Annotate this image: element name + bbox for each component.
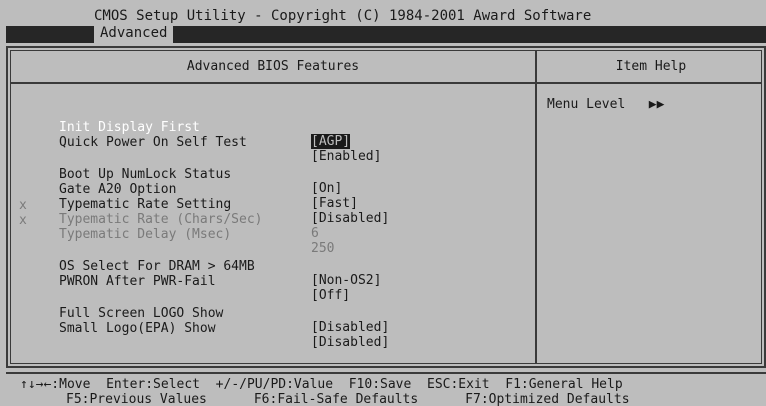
menu-bar: Advanced bbox=[6, 24, 766, 43]
setting-label: PWRON After PWR-Fail bbox=[59, 274, 216, 289]
setting-value[interactable]: [Enabled] bbox=[311, 150, 381, 164]
setting-label: Typematic Rate (Chars/Sec) bbox=[59, 212, 263, 227]
footer-keys-line-1: ↑↓→←:Move Enter:Select +/-/PU/PD:Value F… bbox=[20, 377, 623, 392]
frame-inner: Advanced BIOS Features Item Help Init Di… bbox=[10, 50, 762, 364]
setting-label: Full Screen LOGO Show bbox=[59, 306, 224, 321]
key-help-footer: ↑↓→←:Move Enter:Select +/-/PU/PD:Value F… bbox=[6, 372, 766, 406]
main-frame: Advanced BIOS Features Item Help Init Di… bbox=[6, 46, 766, 368]
row-marker: x bbox=[19, 213, 27, 228]
setting-value: 250 bbox=[311, 241, 335, 256]
setting-value[interactable]: [AGP] bbox=[311, 134, 351, 149]
help-panel-title: Item Help bbox=[615, 59, 687, 74]
setting-value: 6 bbox=[311, 226, 319, 241]
settings-panel-title: Advanced BIOS Features bbox=[186, 59, 360, 74]
setting-row-small-logo-epa-show[interactable]: Small Logo(EPA) Show [Disabled] bbox=[11, 294, 389, 364]
setting-label: Typematic Delay (Msec) bbox=[59, 227, 232, 242]
setting-label: Boot Up NumLock Status bbox=[59, 167, 232, 182]
setting-value[interactable]: [Non-OS2] bbox=[311, 274, 381, 288]
help-menu-level: Menu Level ▶▶ bbox=[547, 97, 665, 112]
setting-value[interactable]: [Disabled] bbox=[311, 212, 389, 226]
header-divider bbox=[11, 82, 761, 84]
setting-value[interactable]: [Disabled] bbox=[311, 336, 389, 350]
setting-value[interactable]: [Off] bbox=[311, 289, 350, 303]
setting-label: Typematic Rate Setting bbox=[59, 197, 232, 212]
setting-label: Quick Power On Self Test bbox=[59, 135, 247, 150]
setting-value[interactable]: [On] bbox=[311, 182, 342, 196]
setting-label: Small Logo(EPA) Show bbox=[59, 321, 216, 336]
utility-title: CMOS Setup Utility - Copyright (C) 1984-… bbox=[94, 8, 592, 24]
selected-value[interactable]: [AGP] bbox=[311, 134, 351, 149]
bios-screen: CMOS Setup Utility - Copyright (C) 1984-… bbox=[0, 0, 766, 406]
tab-advanced[interactable]: Advanced bbox=[94, 24, 174, 43]
setting-label: OS Select For DRAM > 64MB bbox=[59, 259, 255, 274]
setting-value[interactable]: [Disabled] bbox=[311, 321, 389, 335]
setting-label: Init Display First bbox=[59, 120, 200, 135]
setting-label: Gate A20 Option bbox=[59, 182, 177, 197]
panel-divider bbox=[535, 51, 537, 363]
setting-value[interactable]: [Fast] bbox=[311, 197, 358, 211]
footer-keys-line-2: F5:Previous Values F6:Fail-Safe Defaults… bbox=[66, 392, 630, 406]
